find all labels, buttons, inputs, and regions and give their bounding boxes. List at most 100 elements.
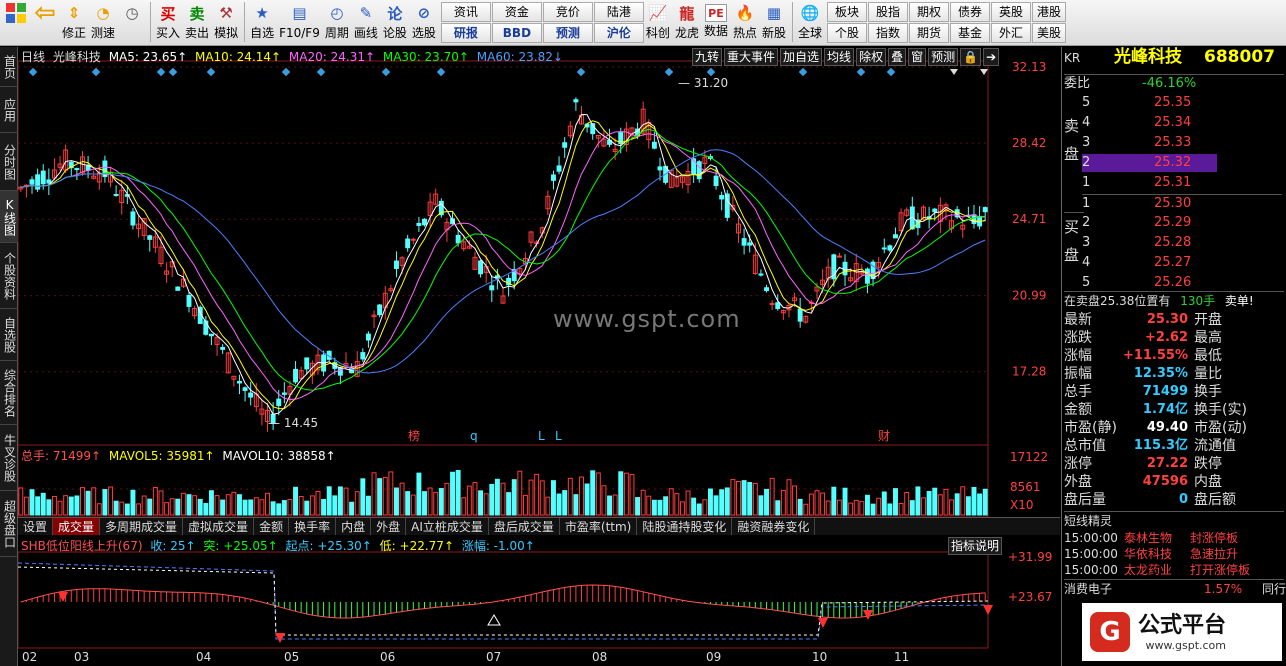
f10-button[interactable]: ▤ F10/F9 <box>277 2 322 44</box>
sidebar-item-kline[interactable]: K线图 <box>0 191 18 243</box>
tab-margin[interactable]: 融资融券变化 <box>732 518 816 535</box>
kline-chart-area[interactable]: 32.13 28.42 24.71 20.99 17.28 — 31.20 — 14.45 榜… <box>18 47 1060 666</box>
hot-button[interactable]: 🔥 热点 <box>731 2 759 44</box>
volume-bar <box>382 476 388 516</box>
bid-row[interactable]: 2 25.29 <box>1082 214 1282 232</box>
sidebar-item-home[interactable]: 首页 <box>0 47 18 87</box>
back-button[interactable]: ⇦ <box>31 0 59 44</box>
research-button[interactable]: 研报 <box>440 23 491 43</box>
volume-bar <box>977 493 983 516</box>
star-market-button[interactable]: 📈 科创 <box>644 2 672 44</box>
forecast-chart-button[interactable]: 预测 <box>928 48 959 66</box>
lock-icon[interactable]: 🔒 <box>960 48 982 66</box>
futures-button[interactable]: 期货 <box>909 23 950 43</box>
index-button[interactable]: 指数 <box>868 23 909 43</box>
buy-button[interactable]: 买 买入 <box>154 2 182 44</box>
ask-row-highlight[interactable]: 2 25.32 <box>1082 154 1217 172</box>
tab-multi-volume[interactable]: 多周期成交量 <box>100 518 184 535</box>
auction-button[interactable]: 竞价 <box>542 2 593 22</box>
tab-outer[interactable]: 外盘 <box>371 518 407 535</box>
tab-virtual-volume[interactable]: 虚拟成交量 <box>183 518 255 535</box>
options-button[interactable]: 期权 <box>909 2 950 22</box>
forecast-button[interactable]: 预测 <box>542 23 593 43</box>
news-button[interactable]: 资讯 <box>440 2 491 22</box>
main-toolbar: ⇦ ⇕ 修正 ◔ 测速 ◷ 买 买入 卖 卖出 ⚒ 模拟 ★ 自选 ▤ F10/… <box>0 0 1286 46</box>
sidebar-item-apps[interactable]: 应用 <box>0 87 18 133</box>
stat-row: 涨幅 +11.55% 最低 <box>1064 347 1284 365</box>
sidebar-item-super-book[interactable]: 超级盘口 <box>0 491 18 557</box>
ask-row[interactable]: 1 25.31 <box>1082 174 1282 192</box>
candle <box>237 380 242 384</box>
add-watchlist-button[interactable]: 加自选 <box>780 48 823 66</box>
bid-row[interactable]: 5 25.26 <box>1082 274 1282 292</box>
tab-after-hours[interactable]: 盘后成交量 <box>489 518 560 535</box>
sidebar-item-watchlist[interactable]: 自选股 <box>0 309 18 361</box>
tab-hk-holding[interactable]: 陆股通持股变化 <box>637 518 733 535</box>
forum-button[interactable]: 论 论股 <box>381 2 409 44</box>
fix-button[interactable]: ⇕ 修正 <box>60 2 88 44</box>
major-event-button[interactable]: 重大事件 <box>724 48 779 66</box>
indicator-tabs: 设置 成交量 多周期成交量 虚拟成交量 金额 换手率 内盘 外盘 AI立桩成交量… <box>18 517 1060 535</box>
tab-volume[interactable]: 成交量 <box>53 518 101 535</box>
speed-test-button[interactable]: ◔ 测速 <box>89 2 117 44</box>
window-button[interactable]: 窗 <box>908 48 927 66</box>
sector-button[interactable]: 板块 <box>827 2 868 22</box>
stock-index-button[interactable]: 股指 <box>868 2 909 22</box>
ask-row[interactable]: 3 25.33 <box>1082 134 1282 152</box>
tab-settings[interactable]: 设置 <box>18 518 54 535</box>
candle <box>758 273 764 276</box>
hk-connect-button[interactable]: 陆港 <box>593 2 644 22</box>
candle <box>881 247 887 250</box>
short-line-title[interactable]: 短线精灵 <box>1064 511 1284 529</box>
single-stock-button[interactable]: 个股 <box>827 23 868 43</box>
clock-button[interactable]: ◷ <box>118 2 146 44</box>
toolbar-divider <box>244 2 246 42</box>
sector-row[interactable]: 消费电子 1.57% 同行 <box>1064 579 1286 597</box>
sidebar-item-ranking[interactable]: 综合排名 <box>0 361 18 425</box>
tab-pe-ttm[interactable]: 市盈率(ttm) <box>560 518 638 535</box>
stock-select-button[interactable]: ⊘ 选股 <box>410 2 438 44</box>
bonds-button[interactable]: 债券 <box>950 2 991 22</box>
uk-stock-button[interactable]: 英股 <box>991 2 1032 22</box>
funds-button[interactable]: 基金 <box>950 23 991 43</box>
new-stock-button[interactable]: ▦ 新股 <box>760 2 788 44</box>
tab-ai-volume[interactable]: AI立桩成交量 <box>406 518 489 535</box>
period-button[interactable]: ◴ 周期 <box>323 2 351 44</box>
us-stock-button[interactable]: 美股 <box>1032 23 1067 43</box>
draw-line-button[interactable]: ✎ 画线 <box>352 2 380 44</box>
sell-button[interactable]: 卖 卖出 <box>183 2 211 44</box>
ma-button[interactable]: 均线 <box>824 48 855 66</box>
candle <box>455 234 461 244</box>
short-line-item[interactable]: 15:00:00 太龙药业 打开涨停板 <box>1064 561 1284 579</box>
home-button[interactable] <box>2 2 30 44</box>
ask-row[interactable]: 5 25.35 <box>1082 94 1282 112</box>
tab-amount[interactable]: 金额 <box>254 518 290 535</box>
shanghai-london-button[interactable]: 沪伦 <box>593 23 644 43</box>
tab-turnover[interactable]: 换手率 <box>289 518 337 535</box>
bbd-button[interactable]: BBD <box>491 23 542 43</box>
data-button[interactable]: PE 数据 <box>702 2 730 44</box>
overlay-button[interactable]: 叠 <box>888 48 907 66</box>
sidebar-item-timeshare[interactable]: 分时图 <box>0 133 18 191</box>
tab-inner[interactable]: 内盘 <box>336 518 372 535</box>
indicator-help-button[interactable]: 指标说明 <box>948 537 1003 555</box>
bid-row[interactable]: 3 25.28 <box>1082 234 1282 252</box>
ask-row[interactable]: 4 25.34 <box>1082 114 1282 132</box>
nine-turn-button[interactable]: 九转 <box>692 48 723 66</box>
global-button[interactable]: 🌐 全球 <box>796 2 824 44</box>
forex-button[interactable]: 外汇 <box>991 23 1032 43</box>
hk-stock-button[interactable]: 港股 <box>1032 2 1067 22</box>
volume-bar <box>836 499 842 516</box>
fund-button[interactable]: 资金 <box>491 2 542 22</box>
arrow-right-icon[interactable]: ➔ <box>983 48 1000 66</box>
sidebar-item-profile[interactable]: 个股资料 <box>0 243 18 309</box>
bid-row[interactable]: 1 25.30 <box>1082 194 1282 212</box>
kline-chart[interactable]: 32.13 28.42 24.71 20.99 17.28 — 31.20 — 14.45 榜… <box>18 47 1060 666</box>
sidebar-item-diagnose[interactable]: 牛叉诊股 <box>0 425 18 491</box>
dragon-tiger-button[interactable]: 龍 龙虎 <box>673 2 701 44</box>
simulate-button[interactable]: ⚒ 模拟 <box>212 2 240 44</box>
ex-rights-button[interactable]: 除权 <box>856 48 887 66</box>
bid-row[interactable]: 4 25.27 <box>1082 254 1282 272</box>
market-code: KR <box>1064 51 1081 65</box>
watchlist-button[interactable]: ★ 自选 <box>248 2 276 44</box>
